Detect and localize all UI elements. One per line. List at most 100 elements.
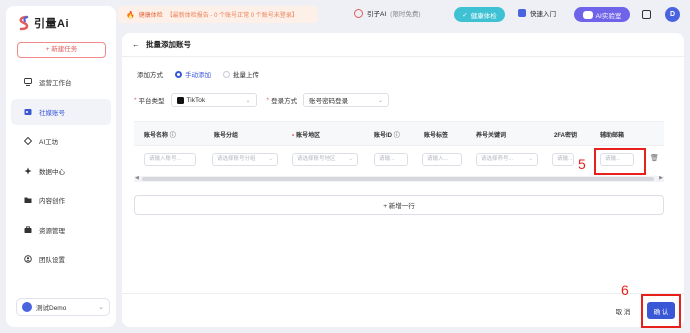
chevron-down-icon: ⌄ [245, 97, 251, 104]
ai-lab-button[interactable]: AI实验室 [574, 7, 630, 22]
header-2fa-secret: 2FA密钥 [554, 133, 578, 139]
sidebar-item-ai-workshop[interactable]: AI工坊 [11, 128, 111, 154]
add-method-label: 添加方式 [137, 72, 163, 79]
account-icon [24, 108, 32, 116]
team-icon [24, 255, 32, 263]
chevron-down-icon: ⌄ [378, 97, 384, 104]
book-icon [518, 9, 526, 17]
sidebar-item-accounts[interactable]: 社媒账号 [11, 98, 111, 125]
content-icon [24, 196, 32, 204]
radio-batch-upload[interactable]: 批量上传 [223, 69, 259, 79]
platform-label: 平台类型 [138, 98, 165, 105]
chevron-down-icon: ⌄ [348, 156, 353, 162]
table-header: 账号名称 ⓘ 账号分组 • 账号地区 账号ID ⓘ 账号标签 养号关键词 2FA密… [134, 122, 664, 146]
platform-select[interactable]: TikTok ⌄ [170, 93, 257, 107]
sidebar-item-content[interactable]: 内容创作 [11, 187, 111, 213]
page-header: ← 批量添加账号 [132, 39, 191, 50]
required-mark: * [134, 96, 137, 104]
sidebar-item-team[interactable]: 团队设置 [11, 246, 111, 272]
new-task-button[interactable]: + 新建任务 [17, 42, 106, 58]
help-icon[interactable]: ⓘ [170, 133, 176, 139]
data-icon [24, 167, 32, 175]
user-avatar[interactable]: D [665, 7, 680, 22]
health-notice[interactable]: 🔥 健康体检 【最新体检报告 - 0 个账号正常 0 个账号未登录】 [118, 6, 318, 23]
page-title: 批量添加账号 [146, 40, 191, 49]
shop-bag-icon[interactable] [642, 10, 651, 19]
radio-dot [175, 70, 182, 78]
sidebar: 引量Ai + 新建任务 运营工作台 社媒账号 AI工坊 数据中心 内容创作 资源… [6, 6, 116, 327]
header-account-region: • 账号地区 [292, 133, 321, 139]
quick-start-label: 快速入门 [530, 11, 556, 18]
sidebar-item-label: 数据中心 [39, 168, 65, 176]
account-tag-input[interactable]: 请输入... [422, 153, 462, 166]
header-divider [122, 56, 684, 57]
notice-detail: 【最新体检报告 - 0 个账号正常 0 个账号未登录】 [166, 13, 298, 19]
yinzi-icon [354, 8, 363, 18]
annotation-box-confirm [641, 294, 681, 328]
annotation-step-6: 6 [621, 282, 629, 298]
logo-icon [19, 15, 29, 31]
sidebar-item-dashboard[interactable]: 运营工作台 [11, 69, 111, 95]
2fa-secret-input[interactable]: 请输... [552, 153, 574, 166]
sidebar-item-label: 资源管理 [39, 227, 65, 235]
radio-dot [223, 70, 230, 78]
brand[interactable]: 引量Ai [18, 15, 69, 31]
add-method-row: 添加方式 手动添加 批量上传 [137, 69, 259, 79]
login-label: 登录方式 [271, 98, 298, 105]
quick-start-link[interactable]: 快速入门 [518, 8, 556, 18]
scroll-left-icon[interactable]: ◀ [135, 175, 139, 181]
trash-icon[interactable]: 🗑 [650, 154, 659, 162]
check-circle-icon: ✓ [462, 11, 468, 19]
notice-title: 健康体检 [138, 13, 163, 19]
add-row-button[interactable]: + 新增一行 [134, 195, 664, 215]
header-account-id: 账号ID ⓘ [374, 133, 400, 139]
scroll-thumb[interactable] [142, 177, 654, 181]
sidebar-item-label: 团队设置 [39, 257, 65, 264]
sidebar-nav: 运营工作台 社媒账号 AI工坊 数据中心 内容创作 资源管理 团队设置 [11, 69, 111, 276]
horizontal-scrollbar[interactable]: ◀ ▶ [134, 175, 664, 182]
ai-workshop-icon [24, 137, 32, 145]
sidebar-item-resources[interactable]: 资源管理 [11, 217, 111, 243]
account-name-input[interactable]: 请输入账号... [144, 153, 196, 166]
main-panel: ← 批量添加账号 添加方式 手动添加 批量上传 * 平台类型 TikTok ⌄ … [122, 33, 684, 327]
ai-lab-label: AI实验室 [595, 12, 622, 20]
topbar: 🔥 健康体检 【最新体检报告 - 0 个账号正常 0 个账号未登录】 引子AI … [118, 6, 684, 26]
required-mark: * [266, 96, 270, 104]
radio-label: 手动添加 [185, 72, 211, 79]
radio-manual-add[interactable]: 手动添加 [175, 69, 211, 79]
sidebar-item-label: 内容创作 [39, 198, 65, 205]
yinzi-label: 引子AI [367, 11, 387, 18]
login-value: 账号密码登录 [309, 98, 349, 105]
account-region-select[interactable]: 请选择账号地区 ⌄ [292, 153, 358, 166]
fire-icon: 🔥 [126, 11, 135, 19]
radio-label: 批量上传 [233, 72, 259, 79]
help-icon[interactable]: ⓘ [394, 133, 400, 139]
account-id-input[interactable]: 请输... [374, 153, 408, 166]
scroll-right-icon[interactable]: ▶ [659, 175, 663, 181]
health-check-button[interactable]: ✓ 健康体检 [454, 7, 505, 22]
header-backup-email: 辅助邮箱 [600, 133, 625, 139]
chevron-down-icon: ⌄ [98, 304, 104, 311]
annotation-box-email [594, 148, 646, 175]
user-switcher[interactable]: 测试Demo ⌄ [16, 298, 110, 316]
header-account-group: 账号分组 [214, 133, 239, 139]
keywords-select[interactable]: 请选择养号... ⌄ [476, 153, 538, 166]
cancel-button[interactable]: 取 消 [610, 303, 636, 319]
sidebar-item-label: 社媒账号 [39, 109, 65, 117]
avatar [22, 302, 32, 312]
chevron-down-icon: ⌄ [268, 156, 273, 162]
health-check-label: 健康体检 [470, 12, 497, 20]
account-group-select[interactable]: 请选择账号分组 ⌄ [212, 153, 278, 166]
chevron-down-icon: ⌄ [528, 156, 533, 162]
brand-name: 引量Ai [34, 18, 69, 30]
yinzi-tag: (限时免费) [390, 11, 421, 18]
yinzi-ai-link[interactable]: 引子AI (限时免费) [354, 8, 421, 18]
accounts-table: 账号名称 ⓘ 账号分组 • 账号地区 账号ID ⓘ 账号标签 养号关键词 2FA密… [134, 121, 664, 187]
platform-value: TikTok [186, 96, 206, 104]
header-account-tag: 账号标签 [424, 133, 449, 139]
sidebar-item-data-center[interactable]: 数据中心 [11, 158, 111, 184]
back-arrow-icon[interactable]: ← [132, 40, 140, 49]
login-select[interactable]: 账号密码登录 ⌄ [303, 93, 390, 107]
platform-login-row: * 平台类型 TikTok ⌄ * 登录方式 账号密码登录 ⌄ [134, 93, 390, 107]
user-name: 测试Demo [36, 305, 67, 312]
